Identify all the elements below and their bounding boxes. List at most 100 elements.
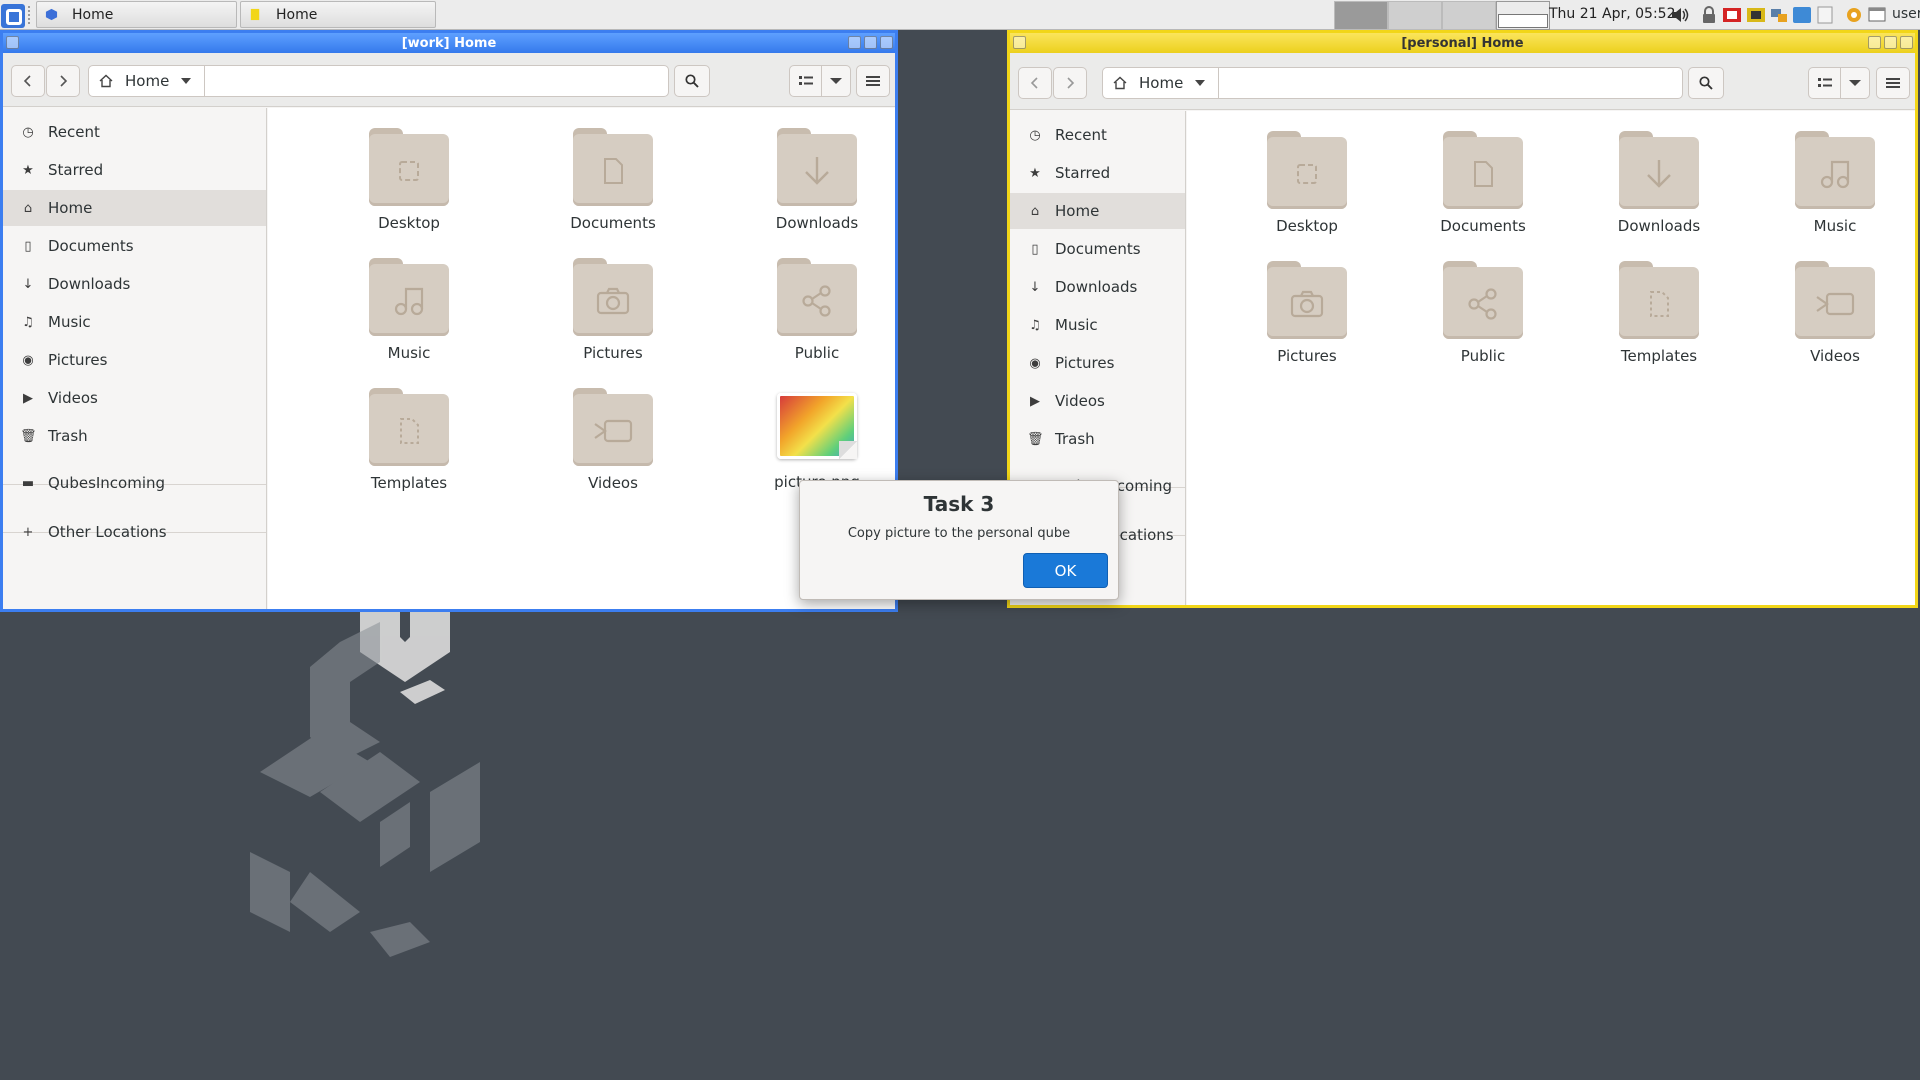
sidebar-item-videos[interactable]: ▶ Videos [3, 380, 266, 416]
sidebar-item-trash[interactable]: 🗑 Trash [3, 418, 266, 454]
workspace-4[interactable] [1496, 1, 1550, 30]
file-item-pictures[interactable]: Pictures [1237, 261, 1377, 365]
sidebar-item-music[interactable]: ♫ Music [1010, 307, 1185, 343]
qubes-menu-button[interactable] [1, 4, 25, 28]
taskbar-task-label: Home [276, 6, 318, 23]
camera-icon: ◉ [1029, 355, 1041, 371]
path-bar[interactable]: Home [88, 65, 669, 97]
forward-button[interactable] [46, 65, 80, 97]
path-bar[interactable]: Home [1102, 67, 1683, 99]
network-icon[interactable] [1769, 5, 1789, 25]
menu-button[interactable] [1876, 67, 1910, 99]
file-view[interactable]: Desktop Documents Downloads Music Pictur… [1187, 111, 1915, 605]
file-item-music[interactable]: Music [339, 258, 479, 362]
file-item-music[interactable]: Music [1765, 131, 1905, 235]
sidebar-item-pictures[interactable]: ◉ Pictures [1010, 345, 1185, 381]
sidebar-item-documents[interactable]: ▯ Documents [3, 228, 266, 264]
sidebar-item-recent[interactable]: ◷ Recent [1010, 117, 1185, 153]
window-maximize-button[interactable] [880, 36, 893, 49]
window-menu-button[interactable] [6, 36, 19, 49]
sidebar-item-qubesincoming[interactable]: ▬ QubesIncoming [3, 465, 266, 501]
file-label: Pictures [1277, 347, 1337, 365]
sidebar-item-starred[interactable]: ★ Starred [3, 152, 266, 188]
yellow-qube-icon[interactable] [1746, 5, 1766, 25]
window-menu-button[interactable] [1013, 36, 1026, 49]
file-item-videos[interactable]: Videos [1765, 261, 1905, 365]
search-button[interactable] [674, 65, 710, 97]
file-item-documents[interactable]: Documents [1413, 131, 1553, 235]
folder-icon [777, 258, 857, 336]
file-item-videos[interactable]: Videos [543, 388, 683, 492]
gear-icon[interactable] [1844, 5, 1864, 25]
music-icon [1820, 160, 1850, 189]
sidebar-item-videos[interactable]: ▶ Videos [1010, 383, 1185, 419]
window-maximize-button[interactable] [1900, 36, 1913, 49]
sidebar-item-other-locations[interactable]: + Other Locations [3, 514, 266, 550]
workspace-1[interactable] [1334, 1, 1388, 30]
volume-icon[interactable] [1669, 5, 1689, 25]
workspace-3[interactable] [1442, 1, 1496, 30]
sidebar-item-label: Videos [1055, 392, 1105, 410]
sidebar-item-home[interactable]: ⌂ Home [1010, 193, 1185, 229]
folder-icon [1795, 131, 1875, 209]
sidebar-item-music[interactable]: ♫ Music [3, 304, 266, 340]
window-titlebar[interactable]: [personal] Home [1010, 33, 1915, 53]
chevron-left-icon [1030, 77, 1038, 89]
sidebar-item-recent[interactable]: ◷ Recent [3, 114, 266, 150]
window-sticky-button[interactable] [848, 36, 861, 49]
work-file-manager-window[interactable]: [work] Home Home ◷ Recent ★ Starred ⌂ Home … [0, 30, 898, 612]
file-label: Pictures [583, 344, 643, 362]
view-toggle-button[interactable] [1808, 67, 1841, 99]
sidebar-item-trash[interactable]: 🗑 Trash [1010, 421, 1185, 457]
sidebar-item-starred[interactable]: ★ Starred [1010, 155, 1185, 191]
taskbar-task-work-home[interactable]: Home [36, 1, 237, 28]
window-minimize-button[interactable] [1884, 36, 1897, 49]
file-item-templates[interactable]: Templates [1589, 261, 1729, 365]
file-item-public[interactable]: Public [1413, 261, 1553, 365]
file-label: Videos [1810, 347, 1860, 365]
yellow-square-icon [250, 8, 260, 21]
view-toggle-button[interactable] [789, 65, 822, 97]
view-options-button[interactable] [1840, 67, 1870, 99]
workspace-2[interactable] [1388, 1, 1442, 30]
file-item-downloads[interactable]: Downloads [1589, 131, 1729, 235]
sidebar-item-documents[interactable]: ▯ Documents [1010, 231, 1185, 267]
menu-button[interactable] [856, 65, 890, 97]
window-icon[interactable] [1867, 5, 1887, 25]
window-minimize-button[interactable] [864, 36, 877, 49]
personal-file-manager-window[interactable]: [personal] Home Home ◷ Recent ★ Starred ⌂ H… [1007, 30, 1918, 608]
taskbar-task-personal-home[interactable]: Home [240, 1, 436, 28]
file-item-templates[interactable]: Templates [339, 388, 479, 492]
file-label: Templates [1620, 347, 1698, 365]
path-home-segment[interactable]: Home [89, 66, 205, 96]
file-item-documents[interactable]: Documents [543, 128, 683, 232]
sidebar-item-home[interactable]: ⌂ Home [3, 190, 266, 226]
sidebar-item-label: Recent [1055, 126, 1107, 144]
file-item-desktop[interactable]: Desktop [339, 128, 479, 232]
window-titlebar[interactable]: [work] Home [3, 33, 895, 53]
file-item-picture-png[interactable]: picture.png [747, 393, 887, 491]
clock-icon: ◷ [22, 124, 34, 140]
search-button[interactable] [1688, 67, 1724, 99]
back-button[interactable] [1018, 67, 1052, 99]
view-options-button[interactable] [821, 65, 851, 97]
back-button[interactable] [11, 65, 45, 97]
red-qube-icon[interactable] [1722, 5, 1742, 25]
user-label[interactable]: user [1892, 6, 1920, 22]
file-item-public[interactable]: Public [747, 258, 887, 362]
notes-icon[interactable] [1815, 5, 1835, 25]
sidebar-item-pictures[interactable]: ◉ Pictures [3, 342, 266, 378]
file-item-desktop[interactable]: Desktop [1237, 131, 1377, 235]
lock-icon[interactable] [1699, 5, 1719, 25]
sidebar-item-downloads[interactable]: ↓ Downloads [3, 266, 266, 302]
sidebar-item-downloads[interactable]: ↓ Downloads [1010, 269, 1185, 305]
document-icon: ▯ [24, 238, 32, 254]
window-sticky-button[interactable] [1868, 36, 1881, 49]
file-item-pictures[interactable]: Pictures [543, 258, 683, 362]
blue-qube-icon[interactable] [1792, 5, 1812, 25]
forward-button[interactable] [1053, 67, 1087, 99]
ok-button[interactable]: OK [1023, 553, 1108, 588]
file-item-downloads[interactable]: Downloads [747, 128, 887, 232]
clock[interactable]: Thu 21 Apr, 05:52 [1549, 6, 1675, 22]
path-home-segment[interactable]: Home [1103, 68, 1219, 98]
